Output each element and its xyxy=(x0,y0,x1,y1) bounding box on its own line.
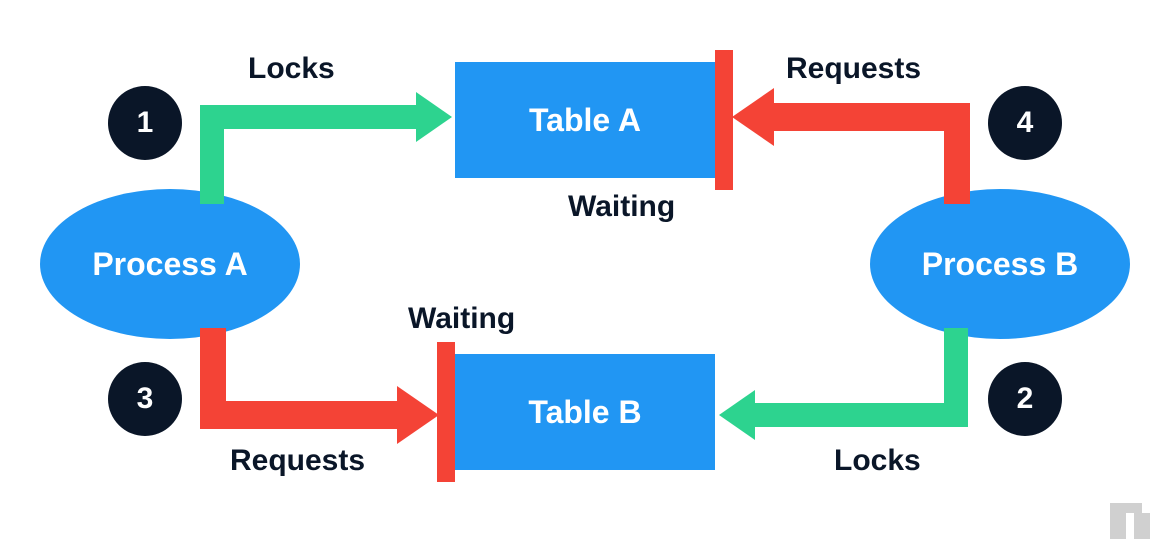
label-waiting-top: Waiting xyxy=(568,190,675,224)
step-2: 2 xyxy=(988,362,1062,436)
process-b-label: Process B xyxy=(922,246,1079,283)
process-a: Process A xyxy=(40,189,300,339)
process-b: Process B xyxy=(870,189,1130,339)
arrow-locks-a-shaft-h xyxy=(200,105,416,129)
table-b: Table B xyxy=(455,354,715,470)
step-4-number: 4 xyxy=(1017,106,1034,140)
process-a-label: Process A xyxy=(92,246,247,283)
label-requests-bottom: Requests xyxy=(230,444,365,478)
table-b-label: Table B xyxy=(528,394,641,431)
step-3: 3 xyxy=(108,362,182,436)
arrow-req-b-shaft-h xyxy=(774,103,970,131)
step-1: 1 xyxy=(108,86,182,160)
arrow-locks-b-head xyxy=(719,390,755,440)
label-requests-top: Requests xyxy=(786,52,921,86)
label-waiting-bottom: Waiting xyxy=(408,302,515,336)
arrow-req-b-head xyxy=(732,88,774,146)
arrow-locks-a-head xyxy=(416,92,452,142)
arrow-req-a-shaft-h xyxy=(200,401,397,429)
diagram-stage: Process A Process B Table A Table B 1 2 … xyxy=(0,0,1170,551)
step-1-number: 1 xyxy=(137,106,154,140)
arrow-req-a-head xyxy=(397,386,439,444)
label-locks-bottom: Locks xyxy=(834,444,921,478)
watermark-icon xyxy=(1110,503,1150,539)
step-2-number: 2 xyxy=(1017,382,1034,416)
step-3-number: 3 xyxy=(137,382,154,416)
table-a-label: Table A xyxy=(529,102,641,139)
step-4: 4 xyxy=(988,86,1062,160)
waiting-bar-table-b xyxy=(437,342,455,482)
arrow-locks-b-shaft-h xyxy=(755,403,968,427)
table-a: Table A xyxy=(455,62,715,178)
waiting-bar-table-a xyxy=(715,50,733,190)
label-locks-top: Locks xyxy=(248,52,335,86)
